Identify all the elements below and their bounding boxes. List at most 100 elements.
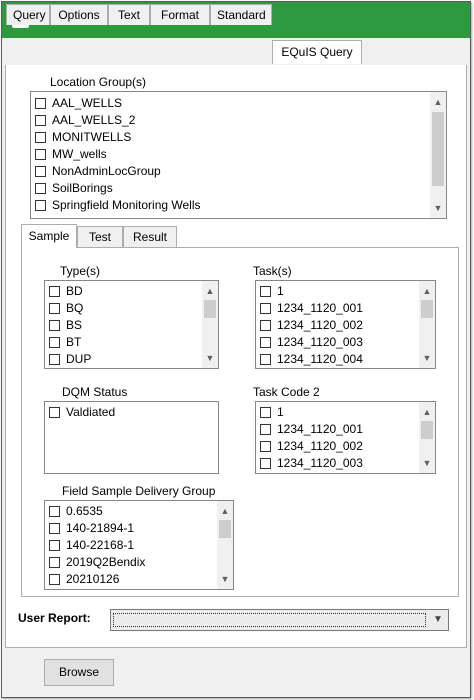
checkbox[interactable] [35, 132, 46, 143]
list-item[interactable]: 1 [260, 404, 284, 421]
browse-button-label: Browse [58, 665, 99, 679]
checkbox[interactable] [260, 424, 271, 435]
list-item[interactable]: MONITWELLS [35, 129, 131, 146]
list-item[interactable]: 2019Q2Bendix [49, 554, 145, 571]
checkbox[interactable] [49, 303, 60, 314]
tab-text[interactable]: Text [108, 4, 150, 25]
list-item[interactable]: 1234_1120_002 [260, 317, 363, 334]
checkbox[interactable] [49, 574, 60, 585]
list-item-label: MONITWELLS [52, 130, 132, 144]
checkbox[interactable] [35, 200, 46, 211]
scroll-thumb[interactable] [421, 421, 433, 439]
task-code-2-label: Task Code 2 [253, 385, 320, 399]
tab-standard[interactable]: Standard [210, 4, 272, 25]
task-code-2-list[interactable]: 1 1234_1120_001 1234_1120_002 1234_1120_… [255, 401, 436, 474]
tab-label: Text [117, 8, 140, 22]
list-item[interactable]: 1234_1120_001 [260, 300, 363, 317]
scroll-up-icon[interactable]: ▲ [202, 283, 218, 299]
checkbox[interactable] [35, 149, 46, 160]
scroll-thumb[interactable] [421, 300, 433, 318]
list-item-label: 1234_1120_001 [277, 422, 363, 436]
tab-format[interactable]: Format [150, 4, 210, 25]
list-item[interactable]: SoilBorings [35, 180, 113, 197]
checkbox[interactable] [260, 286, 271, 297]
field-sdg-label: Field Sample Delivery Group [62, 484, 216, 498]
tab-query[interactable]: Query [6, 4, 50, 25]
vertical-scrollbar[interactable]: ▲ ▼ [419, 281, 435, 368]
user-report-dropdown[interactable]: ▼ [110, 609, 449, 631]
list-item[interactable]: BD [49, 283, 83, 300]
scroll-up-icon[interactable]: ▲ [430, 94, 446, 110]
scroll-thumb[interactable] [432, 112, 444, 186]
chevron-down-icon[interactable]: ▼ [428, 610, 448, 630]
checkbox[interactable] [260, 320, 271, 331]
list-item[interactable]: 1234_1120_004 [260, 351, 363, 368]
tasks-list[interactable]: 1 1234_1120_001 1234_1120_002 1234_1120_… [255, 280, 436, 369]
vertical-scrollbar[interactable]: ▲ ▼ [430, 92, 446, 218]
list-item[interactable]: DUP [49, 351, 91, 368]
checkbox[interactable] [35, 98, 46, 109]
list-item[interactable]: AAL_WELLS [35, 95, 122, 112]
scroll-up-icon[interactable]: ▲ [419, 283, 435, 299]
list-item[interactable]: 1234_1120_003 [260, 455, 363, 472]
scroll-up-icon[interactable]: ▲ [419, 404, 435, 420]
checkbox[interactable] [49, 320, 60, 331]
list-item[interactable]: 1234_1120_001 [260, 421, 363, 438]
list-item[interactable]: 20210126 [49, 571, 119, 588]
checkbox[interactable] [35, 115, 46, 126]
list-item[interactable]: BQ [49, 300, 83, 317]
list-item[interactable]: Valdiated [49, 404, 115, 421]
checkbox[interactable] [260, 303, 271, 314]
checkbox[interactable] [35, 166, 46, 177]
list-item[interactable]: BT [49, 334, 81, 351]
types-list[interactable]: BD BQ BS BT DUP ▲ ▼ [44, 280, 219, 369]
list-item-label: AAL_WELLS_2 [52, 113, 136, 127]
user-report-label: User Report: [18, 611, 91, 625]
tab-sample[interactable]: Sample [21, 224, 77, 248]
scroll-down-icon[interactable]: ▼ [217, 571, 233, 587]
scroll-thumb[interactable] [219, 520, 231, 538]
scroll-down-icon[interactable]: ▼ [419, 350, 435, 366]
vertical-scrollbar[interactable]: ▲ ▼ [217, 501, 233, 589]
checkbox[interactable] [49, 540, 60, 551]
scroll-down-icon[interactable]: ▼ [419, 455, 435, 471]
vertical-scrollbar[interactable]: ▲ ▼ [202, 281, 218, 368]
checkbox[interactable] [49, 557, 60, 568]
list-item[interactable]: MW_wells [35, 146, 107, 163]
list-item[interactable]: 0.6535 [49, 503, 103, 520]
checkbox[interactable] [49, 407, 60, 418]
checkbox[interactable] [49, 354, 60, 365]
scroll-down-icon[interactable]: ▼ [430, 200, 446, 216]
checkbox[interactable] [49, 523, 60, 534]
tab-equis-query[interactable]: EQuIS Query [272, 40, 362, 64]
vertical-scrollbar[interactable]: ▲ ▼ [419, 402, 435, 473]
list-item[interactable]: 1 [260, 283, 284, 300]
scroll-down-icon[interactable]: ▼ [202, 350, 218, 366]
list-item[interactable]: 140-22168-1 [49, 537, 134, 554]
checkbox[interactable] [49, 337, 60, 348]
location-groups-list[interactable]: AAL_WELLS AAL_WELLS_2 MONITWELLS MW_well… [30, 91, 447, 219]
dqm-status-list[interactable]: Valdiated [44, 401, 219, 474]
checkbox[interactable] [260, 458, 271, 469]
checkbox[interactable] [260, 354, 271, 365]
checkbox[interactable] [260, 407, 271, 418]
field-sdg-list[interactable]: 0.6535 140-21894-1 140-22168-1 2019Q2Ben… [44, 500, 234, 590]
checkbox[interactable] [49, 286, 60, 297]
checkbox[interactable] [35, 183, 46, 194]
list-item[interactable]: 1234_1120_002 [260, 438, 363, 455]
list-item[interactable]: AAL_WELLS_2 [35, 112, 135, 129]
tab-test[interactable]: Test [77, 226, 123, 247]
scroll-up-icon[interactable]: ▲ [217, 503, 233, 519]
checkbox[interactable] [260, 337, 271, 348]
list-item[interactable]: NonAdminLocGroup [35, 163, 161, 180]
checkbox[interactable] [49, 506, 60, 517]
list-item[interactable]: BS [49, 317, 82, 334]
list-item[interactable]: Springfield Monitoring Wells [35, 197, 201, 214]
tab-result[interactable]: Result [123, 226, 177, 247]
list-item[interactable]: 140-21894-1 [49, 520, 134, 537]
scroll-thumb[interactable] [204, 300, 216, 318]
browse-button[interactable]: Browse [44, 659, 114, 686]
list-item[interactable]: 1234_1120_003 [260, 334, 363, 351]
checkbox[interactable] [260, 441, 271, 452]
tab-options[interactable]: Options [50, 4, 108, 25]
